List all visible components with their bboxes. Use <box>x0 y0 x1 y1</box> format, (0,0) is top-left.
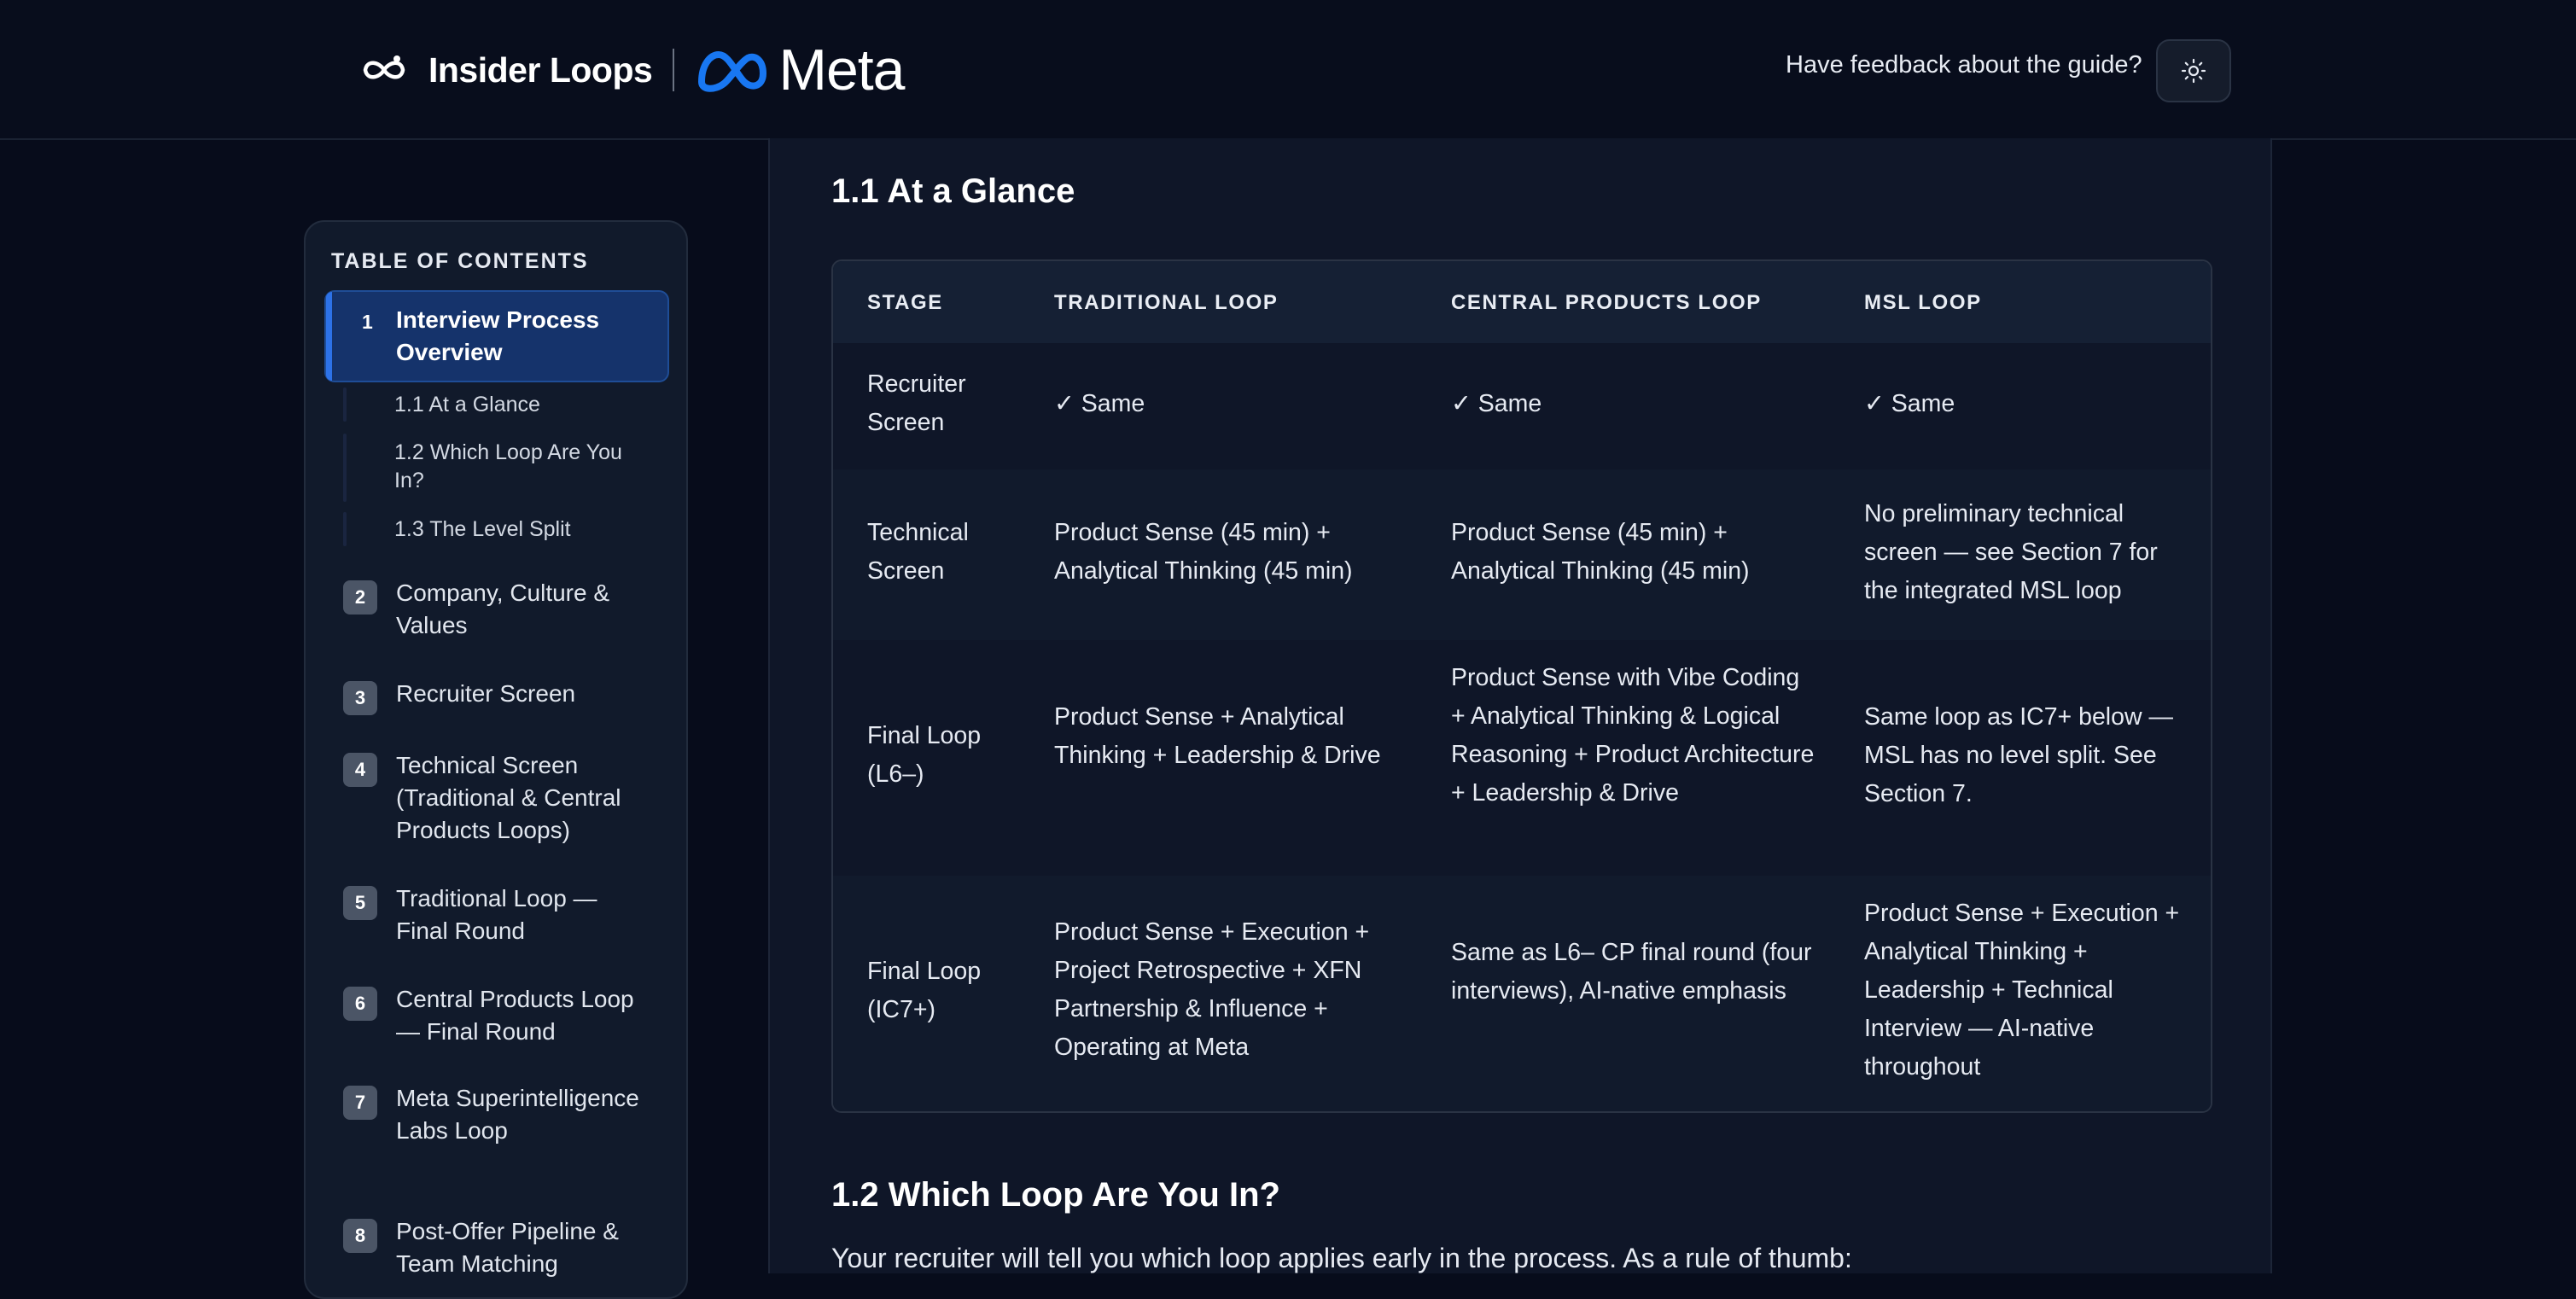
table-cell: Same loop as IC7+ below — MSL has no lev… <box>1864 703 2173 807</box>
column-header: CENTRAL PRODUCTS LOOP <box>1451 291 1762 314</box>
infinity-loop-icon <box>363 55 405 79</box>
toc-subitem-level-split[interactable]: 1.3 The Level Split <box>343 512 650 546</box>
table-row: Technical Screen Product Sense (45 min) … <box>833 469 2211 640</box>
toc-subitem-which-loop[interactable]: 1.2 Which Loop Are You In? <box>343 434 650 502</box>
table-row: Final Loop (IC7+) Product Sense + Execut… <box>833 876 2211 1111</box>
comparison-table: STAGE TRADITIONAL LOOP CENTRAL PRODUCTS … <box>831 259 2212 1113</box>
feedback-link[interactable]: Have feedback about the guide? <box>1786 51 2142 79</box>
table-cell: Same as L6– CP final round (four intervi… <box>1451 939 1812 1005</box>
table-cell: Product Sense + Execution + Analytical T… <box>1864 900 2180 1081</box>
table-cell: Final Loop (L6–) <box>867 722 982 788</box>
toc-item-label: Recruiter Screen <box>396 680 576 707</box>
toc-item-label: Traditional Loop — Final Round <box>396 885 597 944</box>
table-cell: Product Sense + Execution + Project Retr… <box>1054 918 1370 1061</box>
table-cell: Product Sense with Vibe Coding + Analyti… <box>1451 664 1815 807</box>
toc-item-interview-process-overview[interactable]: 1 Interview Process Overview <box>324 290 669 382</box>
subitem-rail <box>343 434 347 502</box>
meta-wordmark: Meta <box>778 38 905 102</box>
toc-item-number: 4 <box>343 753 377 787</box>
subitem-rail <box>343 387 347 422</box>
toc-item-number: 6 <box>343 987 377 1021</box>
table-cell: Final Loop (IC7+) <box>867 958 982 1023</box>
next-section-title: 1.2 Which Loop Are You In? <box>831 1176 1280 1214</box>
table-row: Recruiter Screen ✓ Same ✓ Same ✓ Same <box>833 343 2211 469</box>
meta-logo: Meta <box>695 38 906 102</box>
table-cell: ✓ Same <box>1864 390 1955 417</box>
brand-divider <box>673 49 675 91</box>
toc-item-label: Post-Offer Pipeline & Team Matching <box>396 1218 619 1277</box>
toc-item-label: Interview Process Overview <box>396 306 600 365</box>
table-cell: ✓ Same <box>1451 390 1542 417</box>
column-header: MSL LOOP <box>1864 291 1982 314</box>
column-header: TRADITIONAL LOOP <box>1054 291 1279 314</box>
toc-item-number: 2 <box>343 580 377 615</box>
toc-item-label: Technical Screen (Traditional & Central … <box>396 752 621 843</box>
sun-icon <box>2181 58 2206 84</box>
brand-name: Insider Loops <box>428 50 653 90</box>
toc-item-number: 8 <box>343 1219 377 1253</box>
table-header: STAGE TRADITIONAL LOOP CENTRAL PRODUCTS … <box>833 261 2211 343</box>
toc-item-number: 1 <box>362 311 373 333</box>
site-header: Insider Loops Meta Have feedback about t… <box>0 0 2576 140</box>
toc-item-label: Meta Superintelligence Labs Loop <box>396 1085 639 1144</box>
table-cell: Product Sense (45 min) + Analytical Thin… <box>1054 519 1353 585</box>
table-of-contents: TABLE OF CONTENTS 1 Interview Process Ov… <box>304 220 688 1299</box>
toc-subitem-label: 1.1 At a Glance <box>394 393 540 416</box>
table-cell: Technical Screen <box>867 519 969 585</box>
section-intro-text: Your recruiter will tell you which loop … <box>831 1243 1852 1273</box>
column-header: STAGE <box>867 291 943 314</box>
subitem-rail <box>343 512 347 546</box>
toc-subitem-label: 1.2 Which Loop Are You In? <box>394 440 622 492</box>
table-cell: ✓ Same <box>1054 390 1145 417</box>
toc-item-number: 5 <box>343 886 377 920</box>
table-row: Final Loop (L6–) Product Sense + Analyti… <box>833 640 2211 876</box>
table-cell: Recruiter Screen <box>867 370 966 436</box>
toc-item-number: 7 <box>343 1086 377 1120</box>
toc-title: TABLE OF CONTENTS <box>331 249 589 273</box>
active-indicator <box>326 292 332 381</box>
toc-subitem-at-a-glance[interactable]: 1.1 At a Glance <box>343 387 650 422</box>
table-cell: Product Sense + Analytical Thinking + Le… <box>1054 703 1381 769</box>
theme-toggle-button[interactable] <box>2156 39 2231 102</box>
toc-item-number: 3 <box>343 681 377 715</box>
table-cell: No preliminary technical screen — see Se… <box>1864 500 2158 604</box>
toc-subitem-label: 1.3 The Level Split <box>394 517 571 541</box>
toc-item-label: Company, Culture & Values <box>396 580 610 638</box>
section-title: 1.1 At a Glance <box>831 172 1075 210</box>
toc-item-label: Central Products Loop — Final Round <box>396 986 634 1045</box>
main-content: 1.1 At a Glance STAGE TRADITIONAL LOOP C… <box>768 138 2272 1273</box>
brand-lockup[interactable]: Insider Loops Meta <box>358 38 906 102</box>
meta-infinity-icon <box>698 51 767 92</box>
table-cell: Product Sense (45 min) + Analytical Thin… <box>1451 519 1750 585</box>
